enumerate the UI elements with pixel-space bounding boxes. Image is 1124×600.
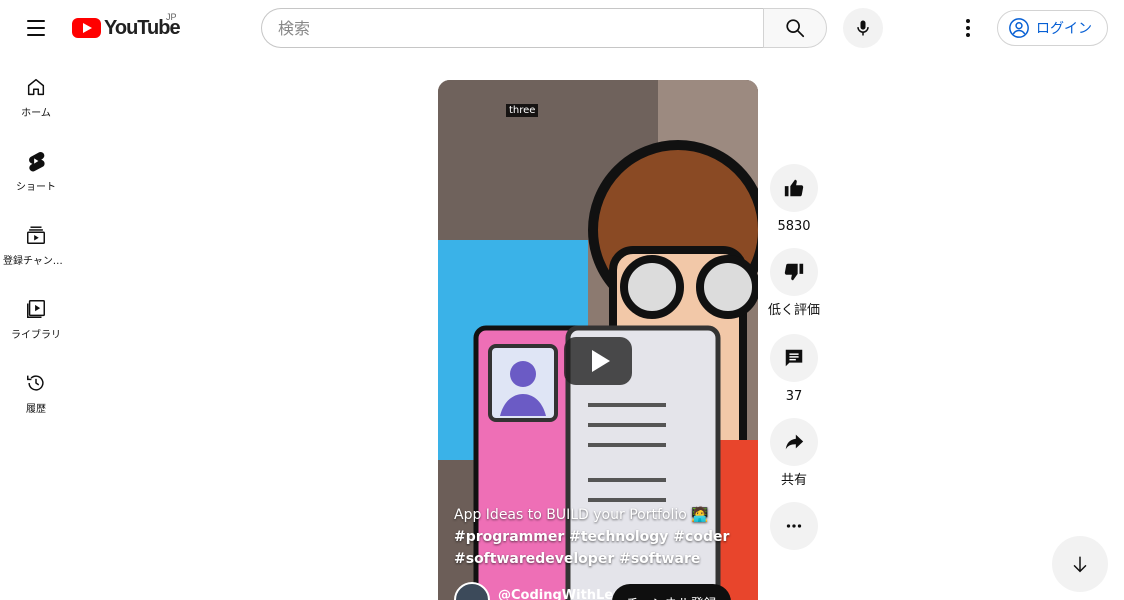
like-count: 5830 — [777, 219, 811, 234]
sidebar-item-label: ホーム — [21, 108, 51, 119]
sidebar-item-history[interactable]: 履歴 — [0, 352, 72, 426]
sidebar: ホーム ショート 登録チャンネル ライブラリ 履歴 — [0, 56, 72, 426]
sidebar-item-label: ライブラリ — [11, 330, 61, 341]
like-button[interactable] — [770, 164, 818, 212]
share-action: 共有 — [770, 418, 818, 490]
play-icon[interactable] — [564, 337, 632, 385]
top-bar: YouTube JP ログイン — [0, 0, 1124, 56]
dislike-action: 低く評価 — [768, 248, 821, 320]
comment-count: 37 — [785, 389, 803, 404]
search-icon — [786, 19, 805, 38]
home-icon — [27, 78, 45, 96]
share-label: 共有 — [780, 473, 807, 488]
menu-icon[interactable] — [16, 8, 56, 48]
shorts-icon — [29, 151, 45, 172]
history-icon — [27, 375, 44, 391]
like-action: 5830 — [770, 164, 818, 236]
dislike-button[interactable] — [770, 248, 818, 296]
login-button[interactable]: ログイン — [997, 10, 1108, 46]
microphone-icon — [857, 20, 869, 36]
more-options-button[interactable] — [770, 502, 818, 550]
share-icon — [785, 434, 804, 450]
more-action — [770, 502, 818, 550]
next-video-button[interactable] — [1052, 536, 1108, 592]
overlay-tag: three — [506, 104, 539, 117]
search-button[interactable] — [763, 8, 827, 48]
youtube-play-icon — [72, 18, 101, 38]
library-icon — [27, 300, 45, 318]
arrow-down-icon — [1073, 556, 1087, 573]
video-hashtags[interactable]: #programmer #technology #coder #software… — [454, 526, 744, 570]
logo-region: JP — [166, 12, 177, 22]
youtube-logo[interactable]: YouTube — [72, 14, 181, 42]
login-label: ログイン — [1036, 21, 1092, 37]
dislike-label: 低く評価 — [768, 303, 821, 318]
sidebar-item-label: 登録チャンネル — [3, 256, 69, 267]
share-button[interactable] — [770, 418, 818, 466]
sidebar-item-home[interactable]: ホーム — [0, 56, 72, 130]
sidebar-item-library[interactable]: ライブラリ — [0, 278, 72, 352]
voice-search-button[interactable] — [843, 8, 883, 48]
search-input[interactable] — [261, 8, 763, 48]
channel-info[interactable]: @CodingWithLewi — [454, 582, 630, 600]
channel-name[interactable]: @CodingWithLewi — [498, 588, 630, 600]
subscribe-button[interactable]: チャンネル登録 — [612, 584, 731, 600]
sidebar-item-label: ショート — [16, 182, 56, 193]
sidebar-item-shorts[interactable]: ショート — [0, 130, 72, 204]
comments-button[interactable] — [770, 334, 818, 382]
shorts-actions: 5830 低く評価 37 共有 — [768, 164, 821, 550]
account-icon — [1009, 18, 1029, 38]
settings-more-icon[interactable] — [948, 8, 988, 48]
avatar[interactable] — [454, 582, 490, 600]
sidebar-item-label: 履歴 — [26, 404, 46, 415]
thumbs-up-icon — [784, 179, 804, 197]
shorts-video-player[interactable]: three App Ideas to BUILD your Portfolio … — [438, 80, 758, 600]
comment-action: 37 — [770, 334, 818, 406]
more-horizontal-icon — [786, 524, 802, 528]
video-title: App Ideas to BUILD your Portfolio 🧑‍💻 — [454, 507, 709, 523]
search-box — [261, 8, 827, 48]
sidebar-item-subscriptions[interactable]: 登録チャンネル — [0, 204, 72, 278]
comment-icon — [785, 349, 803, 367]
thumbs-down-icon — [784, 263, 804, 281]
subscriptions-icon — [27, 226, 45, 244]
